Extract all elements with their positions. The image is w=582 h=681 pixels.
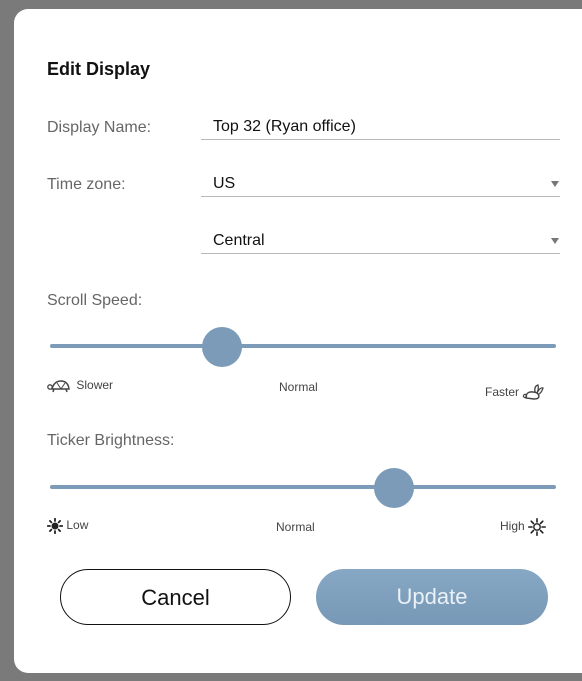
display-name-label: Display Name: <box>47 119 152 136</box>
turtle-icon <box>47 380 70 393</box>
high-tick: High <box>500 518 547 537</box>
update-button[interactable]: Update <box>316 569 548 625</box>
time-zone-region-select[interactable]: US <box>201 170 560 197</box>
faster-label: Faster <box>485 385 520 400</box>
time-zone-select[interactable]: Central <box>201 227 560 254</box>
chevron-down-icon <box>551 238 559 244</box>
chevron-down-icon <box>551 181 559 187</box>
brightness-slider[interactable] <box>50 468 556 508</box>
brightness-normal-label: Normal <box>276 520 315 534</box>
sun-low-icon <box>46 517 64 535</box>
edit-display-dialog: Edit Display Display Name: Top 32 (Ryan … <box>14 9 582 673</box>
display-name-value: Top 32 (Ryan office) <box>213 118 356 135</box>
time-zone-value: Central <box>213 232 265 249</box>
low-tick: Low <box>46 517 89 535</box>
scroll-speed-thumb[interactable] <box>202 327 243 367</box>
time-zone-region-value: US <box>213 175 236 192</box>
sun-high-icon <box>528 518 547 537</box>
faster-tick: Faster <box>485 384 545 402</box>
high-label: High <box>500 519 525 534</box>
cancel-button[interactable]: Cancel <box>60 569 291 625</box>
slower-label: Slower <box>76 378 114 392</box>
scroll-speed-slider[interactable] <box>50 327 556 367</box>
slower-tick: Slower <box>47 378 113 393</box>
dialog-title: Edit Display <box>47 59 151 79</box>
scroll-speed-track[interactable] <box>50 344 556 348</box>
brightness-thumb[interactable] <box>374 468 415 508</box>
ticker-brightness-label: Ticker Brightness: <box>47 432 175 449</box>
brightness-track[interactable] <box>50 485 556 489</box>
speed-normal-label: Normal <box>279 380 318 394</box>
low-label: Low <box>66 518 89 533</box>
time-zone-label: Time zone: <box>47 176 126 193</box>
display-name-field[interactable]: Top 32 (Ryan office) <box>201 113 560 140</box>
rabbit-icon <box>523 384 545 400</box>
scroll-speed-label: Scroll Speed: <box>47 292 143 309</box>
